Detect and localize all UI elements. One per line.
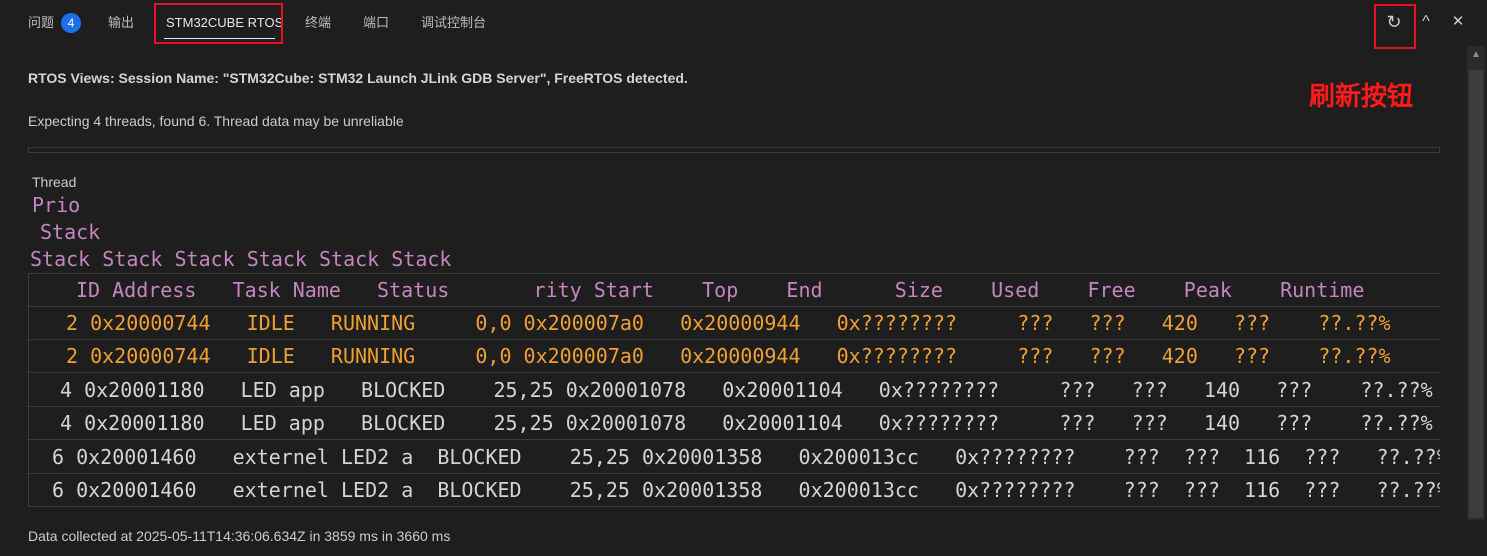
- scroll-up-arrow-icon[interactable]: ▲: [1469, 48, 1483, 62]
- separator-box: [28, 147, 1440, 153]
- chevron-up-icon[interactable]: ^: [1415, 11, 1437, 33]
- tab-debug-console[interactable]: 调试控制台: [421, 14, 486, 32]
- data-collected-footer: Data collected at 2025-05-11T14:36:06.63…: [28, 528, 451, 544]
- tab-ports[interactable]: 端口: [363, 14, 389, 32]
- refresh-button-annotation: 刷新按钮: [1309, 81, 1414, 111]
- table-row: 2 0x20000744 IDLE RUNNING 0,0 0x200007a0…: [28, 340, 1440, 373]
- header-stack-row: Stack Stack Stack Stack Stack Stack: [30, 247, 452, 271]
- table-row: 4 0x20001180 LED app BLOCKED 25,25 0x200…: [28, 407, 1440, 440]
- header-thread-label: Thread: [32, 174, 77, 190]
- table-column-header: ID Address Task Name Status rity Start T…: [28, 274, 1440, 307]
- header-prio-label: Prio: [32, 193, 81, 217]
- close-icon[interactable]: ✕: [1447, 11, 1469, 33]
- session-info-text: RTOS Views: Session Name: "STM32Cube: ST…: [28, 70, 688, 86]
- header-stack-label: Stack: [40, 220, 101, 244]
- table-row: 2 0x20000744 IDLE RUNNING 0,0 0x200007a0…: [28, 307, 1440, 340]
- thread-warning-text: Expecting 4 threads, found 6. Thread dat…: [28, 113, 404, 129]
- problems-count-badge: 4: [61, 13, 81, 33]
- refresh-button-highlight-box: [1374, 4, 1416, 49]
- rtos-tab-highlight-box: [154, 3, 283, 44]
- table-row: 4 0x20001180 LED app BLOCKED 25,25 0x200…: [28, 374, 1440, 407]
- table-row: 6 0x20001460 externel LED2 a BLOCKED 25,…: [28, 441, 1440, 474]
- tab-terminal[interactable]: 终端: [305, 14, 331, 32]
- tab-problems[interactable]: 问题: [28, 14, 54, 32]
- tab-output[interactable]: 输出: [108, 14, 134, 32]
- table-row: 6 0x20001460 externel LED2 a BLOCKED 25,…: [28, 474, 1440, 507]
- scrollbar-thumb[interactable]: [1469, 70, 1483, 518]
